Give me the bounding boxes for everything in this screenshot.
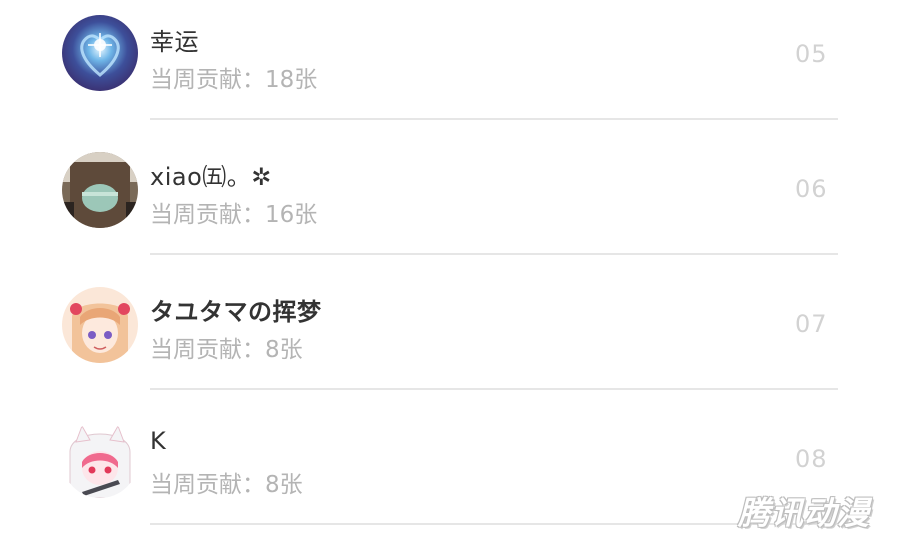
rank-number: 06	[795, 175, 828, 203]
avatar[interactable]	[62, 287, 138, 363]
avatar[interactable]	[62, 152, 138, 228]
weekly-contribution: 当周贡献：8张	[150, 472, 303, 498]
contribution-list: 幸运 当周贡献：18张 05 xiao㈤。✲ 当周贡献：16张 06 タユタマの…	[0, 0, 900, 525]
user-name[interactable]: xiao㈤。✲	[150, 157, 272, 192]
list-item[interactable]: xiao㈤。✲ 当周贡献：16张 06	[0, 120, 900, 255]
weekly-contribution: 当周贡献：16张	[150, 202, 318, 228]
user-name[interactable]: タユタマの挥梦	[150, 292, 322, 327]
avatar[interactable]	[62, 422, 138, 498]
divider	[150, 523, 838, 525]
user-name[interactable]: 幸运	[150, 22, 199, 57]
weekly-contribution: 当周贡献：18张	[150, 67, 318, 93]
list-item[interactable]: 幸运 当周贡献：18张 05	[0, 0, 900, 120]
rank-number: 05	[795, 40, 828, 68]
avatar[interactable]	[62, 15, 138, 91]
rank-number: 07	[795, 310, 828, 338]
weekly-contribution: 当周贡献：8张	[150, 337, 303, 363]
user-name[interactable]: K	[150, 427, 166, 455]
list-item[interactable]: タユタマの挥梦 当周贡献：8张 07	[0, 255, 900, 390]
rank-number: 08	[795, 445, 828, 473]
watermark-logo: 腾讯动漫	[738, 494, 871, 532]
